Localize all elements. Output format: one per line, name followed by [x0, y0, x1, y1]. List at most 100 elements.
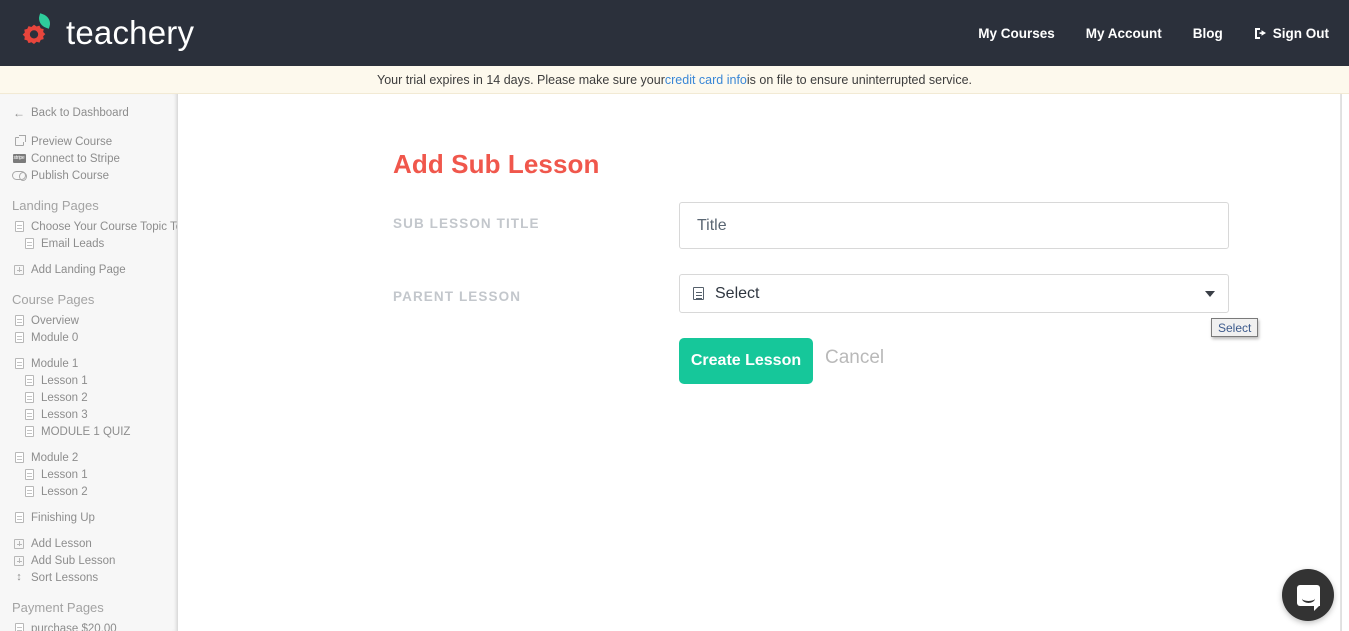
sidebar-item-module2-lesson-1[interactable]: Lesson 1	[0, 466, 177, 483]
file-icon	[12, 623, 26, 631]
sidebar-section-course-pages: Course Pages	[12, 292, 95, 307]
sidebar-item-label: Add Sub Lesson	[31, 554, 116, 567]
top-navbar: teachery My Courses My Account Blog Sign…	[0, 0, 1349, 66]
sidebar-item-label: Preview Course	[31, 135, 113, 148]
sidebar-item-connect-to-stripe[interactable]: stripe Connect to Stripe	[0, 150, 177, 167]
create-lesson-button[interactable]: Create Lesson	[679, 338, 813, 384]
file-icon	[12, 512, 26, 524]
sidebar-item-label: Lesson 3	[41, 408, 88, 421]
sidebar-item-label: purchase $20.00	[31, 622, 117, 631]
file-icon	[22, 409, 36, 421]
nav-links: My Courses My Account Blog Sign Out	[978, 26, 1329, 41]
parent-lesson-dropdown-option[interactable]: Select	[1211, 318, 1259, 337]
sidebar-item-label: Lesson 1	[41, 468, 88, 481]
chevron-down-icon	[1205, 290, 1215, 297]
file-icon	[22, 238, 36, 250]
sidebar-item-choose-your-course-topic-today[interactable]: Choose Your Course Topic Today!	[0, 218, 177, 235]
sidebar-item-label: Choose Your Course Topic Today!	[31, 220, 177, 233]
file-icon	[12, 221, 26, 233]
sidebar-item-label: Overview	[31, 314, 79, 327]
sidebar-item-add-landing-page[interactable]: Add Landing Page	[0, 261, 177, 278]
file-icon	[12, 315, 26, 327]
sidebar-item-add-sub-lesson[interactable]: Add Sub Lesson	[0, 552, 177, 569]
sidebar-item-label: Add Lesson	[31, 537, 92, 550]
sidebar-item-preview-course[interactable]: Preview Course	[0, 133, 177, 150]
plus-box-icon	[12, 538, 26, 550]
sidebar-item-back-to-dashboard[interactable]: ← Back to Dashboard	[0, 104, 177, 121]
sidebar-item-add-lesson[interactable]: Add Lesson	[0, 535, 177, 552]
file-icon	[693, 287, 704, 300]
nav-blog[interactable]: Blog	[1193, 26, 1223, 41]
toggle-icon	[12, 170, 27, 182]
sidebar-item-publish-course[interactable]: Publish Course	[0, 167, 177, 184]
sub-lesson-title-label: SUB LESSON TITLE	[393, 216, 540, 231]
parent-lesson-select[interactable]: Select	[679, 274, 1229, 313]
sort-icon: ↕	[16, 571, 22, 583]
plus-box-icon	[12, 555, 26, 567]
trial-banner-text-after: is on file to ensure uninterrupted servi…	[746, 72, 972, 87]
sidebar-item-module-1[interactable]: Module 1	[0, 355, 177, 372]
sub-lesson-title-input[interactable]	[679, 202, 1229, 249]
stripe-icon: stripe	[12, 154, 26, 163]
nav-sign-out-label: Sign Out	[1272, 25, 1329, 41]
nav-my-courses-label: My Courses	[978, 25, 1055, 41]
sidebar-item-label: Back to Dashboard	[31, 106, 129, 119]
cancel-button[interactable]: Cancel	[825, 347, 884, 369]
sidebar-item-module1-lesson-3[interactable]: Lesson 3	[0, 406, 177, 423]
sidebar-item-label: Publish Course	[31, 169, 109, 182]
sidebar-item-label: Add Landing Page	[31, 263, 126, 276]
sidebar-item-finishing-up[interactable]: Finishing Up	[0, 509, 177, 526]
file-icon	[22, 426, 36, 438]
sidebar-item-module-0[interactable]: Module 0	[0, 329, 177, 346]
brand-name: teachery	[66, 14, 195, 51]
sidebar-item-email-leads[interactable]: Email Leads	[0, 235, 177, 252]
nav-my-account-label: My Account	[1085, 25, 1162, 41]
sidebar-item-module1-lesson-2[interactable]: Lesson 2	[0, 389, 177, 406]
file-icon	[12, 358, 26, 370]
nav-blog-label: Blog	[1192, 25, 1223, 41]
sidebar-item-label: MODULE 1 QUIZ	[41, 425, 131, 438]
sidebar-item-label: Finishing Up	[31, 511, 95, 524]
credit-card-info-link[interactable]: credit card info	[665, 73, 747, 87]
sidebar-item-module2-lesson-2[interactable]: Lesson 2	[0, 483, 177, 500]
sidebar-item-module-1-quiz[interactable]: MODULE 1 QUIZ	[0, 423, 177, 440]
file-icon	[22, 375, 36, 387]
arrow-left-icon: ←	[13, 105, 25, 120]
page-scroll-gutter[interactable]	[1341, 94, 1349, 631]
sidebar-item-sort-lessons[interactable]: ↕ Sort Lessons	[0, 569, 177, 586]
sidebar-item-label: Module 2	[31, 451, 79, 464]
file-icon	[22, 469, 36, 481]
file-icon	[12, 452, 26, 464]
nav-my-courses[interactable]: My Courses	[978, 26, 1055, 41]
apple-gear-logo-icon	[17, 11, 61, 55]
sidebar-item-label: Connect to Stripe	[31, 152, 120, 165]
chat-bubble-icon	[1296, 584, 1320, 611]
sidebar-section-payment-pages: Payment Pages	[12, 600, 104, 615]
brand-logo[interactable]: teachery	[17, 11, 194, 55]
trial-banner: Your trial expires in 14 days. Please ma…	[0, 66, 1349, 94]
sidebar-item-label: Lesson 1	[41, 374, 88, 387]
intercom-chat-launcher[interactable]	[1282, 569, 1334, 621]
main-content: Add Sub Lesson SUB LESSON TITLE PARENT L…	[179, 94, 1341, 631]
sidebar-section-landing-pages: Landing Pages	[12, 198, 99, 213]
file-icon	[22, 392, 36, 404]
sidebar-item-overview[interactable]: Overview	[0, 312, 177, 329]
page-title: Add Sub Lesson	[393, 149, 600, 179]
external-link-icon	[12, 135, 26, 148]
sidebar-item-label: Module 0	[31, 331, 79, 344]
trial-banner-text-before: Your trial expires in 14 days. Please ma…	[377, 72, 665, 87]
sidebar-item-module1-lesson-1[interactable]: Lesson 1	[0, 372, 177, 389]
sidebar: ← Back to Dashboard Preview Course strip…	[0, 94, 178, 631]
sidebar-item-label: Lesson 2	[41, 485, 88, 498]
parent-lesson-selected-value: Select	[715, 284, 760, 302]
sidebar-item-module-2[interactable]: Module 2	[0, 449, 177, 466]
sidebar-item-label: Lesson 2	[41, 391, 88, 404]
sidebar-item-label: Sort Lessons	[31, 571, 99, 584]
sidebar-item-purchase-payment-page[interactable]: purchase $20.00	[0, 620, 177, 631]
file-icon	[12, 332, 26, 344]
plus-box-icon	[12, 264, 26, 276]
sidebar-item-label: Email Leads	[41, 237, 105, 250]
parent-lesson-label: PARENT LESSON	[393, 289, 522, 304]
nav-my-account[interactable]: My Account	[1086, 26, 1162, 41]
nav-sign-out[interactable]: Sign Out	[1254, 26, 1329, 41]
